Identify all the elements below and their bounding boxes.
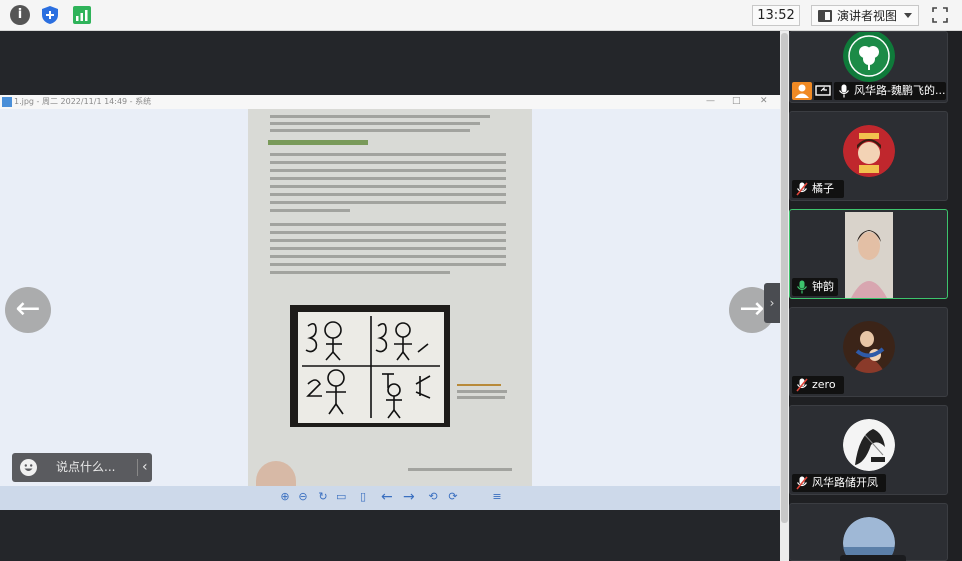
text-line	[270, 271, 450, 274]
viewer-toolbar: ⊕ ⊖ ↻ ▭ ▯ ← → ⟲ ⟳ ≡	[0, 486, 780, 510]
chat-placeholder: 说点什么...	[56, 460, 116, 474]
close-button[interactable]: ✕	[760, 95, 768, 108]
participant-tile[interactable]: zero	[789, 307, 948, 397]
participant-video	[845, 212, 893, 298]
chevron-down-icon	[840, 555, 906, 561]
participant-panel: 风华路-魏鹏飞的... 橘子 钟韵 zero 风华路储开凤	[789, 31, 962, 561]
host-badge	[792, 82, 812, 100]
fit-window-icon[interactable]: ▯	[358, 491, 368, 502]
mic-muted-icon	[796, 476, 808, 490]
participant-tile[interactable]: 风华路-魏鹏飞的...	[789, 31, 948, 103]
signal-strength-icon[interactable]	[72, 5, 92, 25]
child-drawing-photo	[290, 305, 450, 427]
emoji-icon[interactable]	[20, 459, 37, 476]
text-line	[270, 247, 506, 250]
avatar	[843, 419, 895, 471]
name-bar: 钟韵	[792, 278, 838, 296]
name-bar: 风华路-魏鹏飞的...	[834, 82, 946, 100]
divider	[137, 459, 138, 476]
page-footer	[408, 468, 512, 471]
chat-input[interactable]: 说点什么... ‹	[12, 453, 152, 482]
open-folder-icon[interactable]: ▭	[336, 491, 346, 502]
participant-tile-active[interactable]: 钟韵	[789, 209, 948, 299]
name-bar: zero	[792, 376, 844, 394]
participant-tile[interactable]: 橘子	[789, 111, 948, 201]
text-line	[270, 129, 470, 132]
previous-image-icon[interactable]: ←	[381, 490, 393, 504]
actual-size-icon[interactable]: ↻	[318, 491, 328, 502]
text-line	[270, 115, 490, 118]
scrollbar-thumb[interactable]	[781, 33, 788, 523]
previous-page-button[interactable]: ←	[5, 287, 51, 333]
collapse-chat-icon[interactable]: ‹	[142, 453, 148, 482]
participant-name: 钟韵	[812, 280, 834, 293]
text-line	[270, 201, 506, 204]
image-viewer-window: 1.jpg - 周二 2022/11/1 14:49 - 系统 — □ ✕ ⊕ …	[0, 95, 780, 510]
minimize-button[interactable]: —	[706, 95, 715, 108]
text-line	[270, 153, 506, 156]
chevron-down-icon	[904, 13, 912, 18]
zoom-out-icon[interactable]: ⊖	[298, 491, 308, 502]
avatar	[843, 321, 895, 373]
mic-icon	[839, 84, 849, 98]
participant-tile[interactable]: 风华路储开凤	[789, 405, 948, 495]
presenter-view-button[interactable]: 演讲者视图	[811, 5, 919, 26]
info-icon[interactable]: i	[10, 5, 30, 25]
text-line	[270, 177, 506, 180]
image-file-icon	[2, 97, 12, 107]
stick-figure-drawing	[302, 316, 440, 419]
zoom-in-icon[interactable]: ⊕	[280, 491, 290, 502]
meeting-window: i 13:52 演讲者视图 1.jpg - 周二 2022/11/1 14:49…	[0, 0, 962, 561]
caption-line	[457, 396, 505, 399]
caption-rule	[457, 384, 501, 386]
viewer-title: 1.jpg - 周二 2022/11/1 14:49 - 系统	[14, 97, 152, 106]
text-line	[270, 122, 480, 125]
participant-tile[interactable]	[789, 503, 948, 561]
mic-muted-icon	[796, 182, 808, 196]
mic-active-icon	[797, 280, 807, 294]
caption-line	[457, 390, 507, 393]
host-person-icon	[795, 84, 809, 98]
avatar	[843, 125, 895, 177]
text-line	[270, 255, 506, 258]
text-line	[270, 161, 506, 164]
shield-icon[interactable]	[40, 5, 60, 25]
scroll-down-button[interactable]	[840, 555, 906, 561]
participant-name: 橘子	[812, 182, 834, 195]
text-line	[270, 263, 506, 266]
name-bar: 风华路储开凤	[792, 474, 886, 492]
screen-share-icon	[814, 82, 832, 100]
participant-name: zero	[812, 378, 836, 391]
participant-name: 风华路储开凤	[812, 476, 878, 489]
section-heading	[268, 140, 368, 145]
text-line	[270, 223, 506, 226]
top-toolbar: i 13:52 演讲者视图	[0, 0, 962, 31]
avatar	[843, 32, 895, 82]
participant-name: 风华路-魏鹏飞的...	[854, 84, 946, 97]
maximize-button[interactable]: □	[732, 95, 741, 108]
menu-icon[interactable]: ≡	[492, 491, 502, 502]
text-line	[270, 231, 506, 234]
rotate-left-icon[interactable]: ⟲	[428, 491, 438, 502]
presenter-view-icon	[818, 10, 832, 22]
text-line	[270, 185, 506, 188]
name-bar: 橘子	[792, 180, 844, 198]
meeting-clock: 13:52	[752, 5, 800, 26]
viewer-title-bar: 1.jpg - 周二 2022/11/1 14:49 - 系统 — □ ✕	[0, 95, 780, 109]
text-line	[270, 193, 506, 196]
next-image-icon[interactable]: →	[403, 490, 415, 504]
presenter-view-label: 演讲者视图	[837, 9, 898, 23]
mic-muted-icon	[796, 378, 808, 392]
text-line	[270, 169, 506, 172]
side-panel-toggle[interactable]: ›	[764, 283, 780, 323]
rotate-right-icon[interactable]: ⟳	[448, 491, 458, 502]
book-page-photo	[248, 109, 532, 486]
text-line	[270, 239, 506, 242]
text-line	[270, 209, 350, 212]
fullscreen-icon[interactable]	[932, 7, 948, 23]
hand-holding-book	[256, 461, 296, 486]
